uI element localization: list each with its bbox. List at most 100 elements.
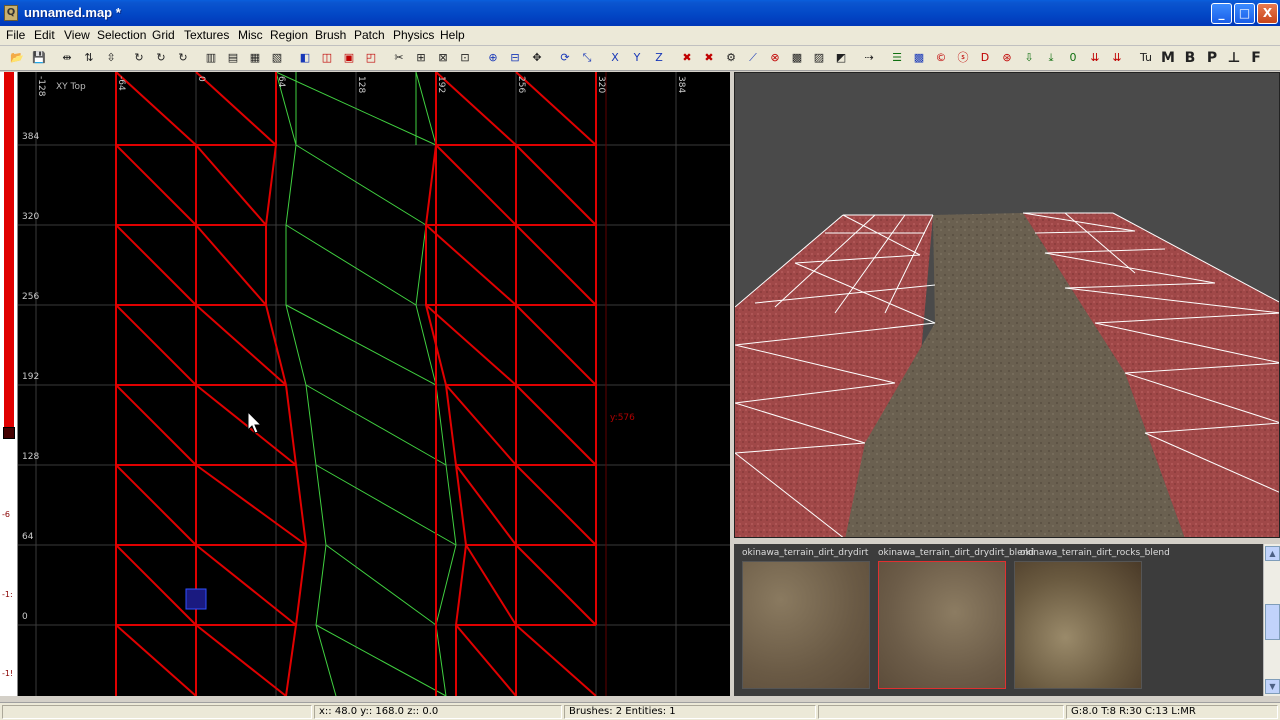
push-down-icon[interactable]: ⇊ <box>1108 49 1126 67</box>
z-scale-label: -1! <box>2 669 14 678</box>
maximize-button[interactable]: □ <box>1234 3 1255 24</box>
xy-top-view[interactable]: XY Top y:576 -128 -64 0 64 128 192 256 3… <box>18 72 730 696</box>
menu-file[interactable]: File <box>6 28 25 42</box>
csg-hollow-icon[interactable]: ◫ <box>318 49 336 67</box>
camera-view[interactable] <box>734 72 1280 538</box>
flip-z-icon[interactable]: ⇳ <box>102 49 120 67</box>
texture-tile[interactable] <box>742 561 870 689</box>
show-curves-icon[interactable]: ▩ <box>910 49 928 67</box>
x-axis-icon[interactable]: X <box>606 49 624 67</box>
show-detail-icon[interactable]: D <box>976 49 994 67</box>
view-label: XY Top <box>56 82 86 92</box>
menu-edit[interactable]: Edit <box>34 28 55 42</box>
patch-show-icon[interactable]: ▨ <box>810 49 828 67</box>
texture-name: okinawa_terrain_dirt_rocks_blend <box>1020 548 1170 558</box>
csg-subtract-icon[interactable]: ◧ <box>296 49 314 67</box>
z-marker[interactable] <box>3 427 15 439</box>
flip-y-icon[interactable]: ⇅ <box>80 49 98 67</box>
zero-icon[interactable]: 0 <box>1064 49 1082 67</box>
patch-insert-icon[interactable]: ⊗ <box>766 49 784 67</box>
z-axis-icon[interactable]: Z <box>650 49 668 67</box>
change-views-icon[interactable]: ⊞ <box>412 49 430 67</box>
rotate-x-icon[interactable]: ↻ <box>130 49 148 67</box>
y-tick-label: 384 <box>22 132 40 142</box>
texture-browser[interactable]: okinawa_terrain_dirt_drydirt okinawa_ter… <box>734 542 1280 696</box>
move-icon[interactable]: ✥ <box>528 49 546 67</box>
status-bar: x:: 48.0 y:: 168.0 z:: 0.0 Brushes: 2 En… <box>0 702 1280 720</box>
b-button[interactable]: B <box>1181 49 1199 67</box>
clipper-icon[interactable]: ✂ <box>390 49 408 67</box>
x-tick-label: 320 <box>596 76 606 94</box>
menu-help[interactable]: Help <box>440 28 465 42</box>
save-icon[interactable]: 💾 <box>30 49 48 67</box>
z-scale-label: -1: <box>2 590 13 599</box>
patch-drill-icon[interactable]: ⚙ <box>722 49 740 67</box>
select-partial-tall-icon[interactable]: ▦ <box>246 49 264 67</box>
p-button[interactable]: P <box>1203 49 1221 67</box>
select-inside-icon[interactable]: ▧ <box>268 49 286 67</box>
menu-view[interactable]: View <box>64 28 90 42</box>
show-lights-icon[interactable]: ⊛ <box>998 49 1016 67</box>
menu-misc[interactable]: Misc <box>238 28 263 42</box>
y-tick-label: 0 <box>22 612 28 622</box>
close-button[interactable]: X <box>1257 3 1278 24</box>
camera-icon[interactable]: ⊡ <box>456 49 474 67</box>
patch-cap-icon[interactable]: ✖ <box>678 49 696 67</box>
down-arrow-icon[interactable]: ⇩ <box>1020 49 1038 67</box>
scroll-thumb[interactable] <box>1265 604 1280 640</box>
z-scale-label: -6 <box>2 510 10 519</box>
status-counts: Brushes: 2 Entities: 1 <box>564 705 816 719</box>
scale-lock-icon[interactable]: ⊟ <box>506 49 524 67</box>
m-button[interactable]: M <box>1159 49 1177 67</box>
rotate-z-icon[interactable]: ↻ <box>174 49 192 67</box>
scroll-up-icon[interactable]: ▲ <box>1265 546 1280 561</box>
show-clip-icon[interactable]: ⓢ <box>954 49 972 67</box>
scroll-down-icon[interactable]: ▼ <box>1265 679 1280 694</box>
grid-canvas <box>18 72 730 696</box>
patch-redisperse-icon[interactable]: ⇢ <box>860 49 878 67</box>
show-caulk-icon[interactable]: © <box>932 49 950 67</box>
y-tick-label: 64 <box>22 532 34 542</box>
minimize-button[interactable]: _ <box>1211 3 1232 24</box>
csg-merge-icon[interactable]: ◰ <box>362 49 380 67</box>
y-axis-icon[interactable]: Y <box>628 49 646 67</box>
menu-textures[interactable]: Textures <box>184 28 229 42</box>
texture-lock-icon[interactable]: ⊕ <box>484 49 502 67</box>
perp-button[interactable]: ⊥ <box>1225 49 1243 67</box>
menu-patch[interactable]: Patch <box>354 28 385 42</box>
app-icon[interactable]: Q <box>4 5 18 21</box>
patch-weld-icon[interactable]: ✖ <box>700 49 718 67</box>
texture-scrollbar[interactable]: ▲ ▼ <box>1263 544 1280 696</box>
x-tick-label: -128 <box>36 76 46 97</box>
entity-list-icon[interactable]: ☰ <box>888 49 906 67</box>
z-scale-bar[interactable]: -6 -1: -1! <box>0 72 18 696</box>
tu-button[interactable]: Tu <box>1137 49 1155 67</box>
scale-icon[interactable]: ⤡ <box>578 49 596 67</box>
open-icon[interactable]: 📂 <box>8 49 26 67</box>
select-touching-icon[interactable]: ▤ <box>224 49 242 67</box>
texture-tile-selected[interactable] <box>878 561 1006 689</box>
select-complete-tall-icon[interactable]: ▥ <box>202 49 220 67</box>
patch-tesselate-icon[interactable]: ◩ <box>832 49 850 67</box>
rotate-y-icon[interactable]: ↻ <box>152 49 170 67</box>
texture-tile[interactable] <box>1014 561 1142 689</box>
menu-brush[interactable]: Brush <box>315 28 346 42</box>
x-tick-label: 256 <box>516 76 526 94</box>
menu-region[interactable]: Region <box>270 28 308 42</box>
patch-delete-icon[interactable]: ▩ <box>788 49 806 67</box>
menu-selection[interactable]: Selection <box>97 28 146 42</box>
x-tick-label: 128 <box>356 76 366 94</box>
pull-down-icon[interactable]: ⇊ <box>1086 49 1104 67</box>
rotate-icon[interactable]: ⟳ <box>556 49 574 67</box>
patch-bend-icon[interactable]: ⟋ <box>744 49 762 67</box>
entity-marker[interactable] <box>185 588 207 610</box>
menu-grid[interactable]: Grid <box>152 28 175 42</box>
cubic-clip-icon[interactable]: ⊠ <box>434 49 452 67</box>
drop-to-floor-icon[interactable]: ⤓ <box>1042 49 1060 67</box>
y-tick-label: 128 <box>22 452 40 462</box>
y-tick-label: 256 <box>22 292 40 302</box>
csg-make-room-icon[interactable]: ▣ <box>340 49 358 67</box>
f-button[interactable]: F <box>1247 49 1265 67</box>
menu-physics[interactable]: Physics <box>393 28 434 42</box>
flip-x-icon[interactable]: ⇹ <box>58 49 76 67</box>
